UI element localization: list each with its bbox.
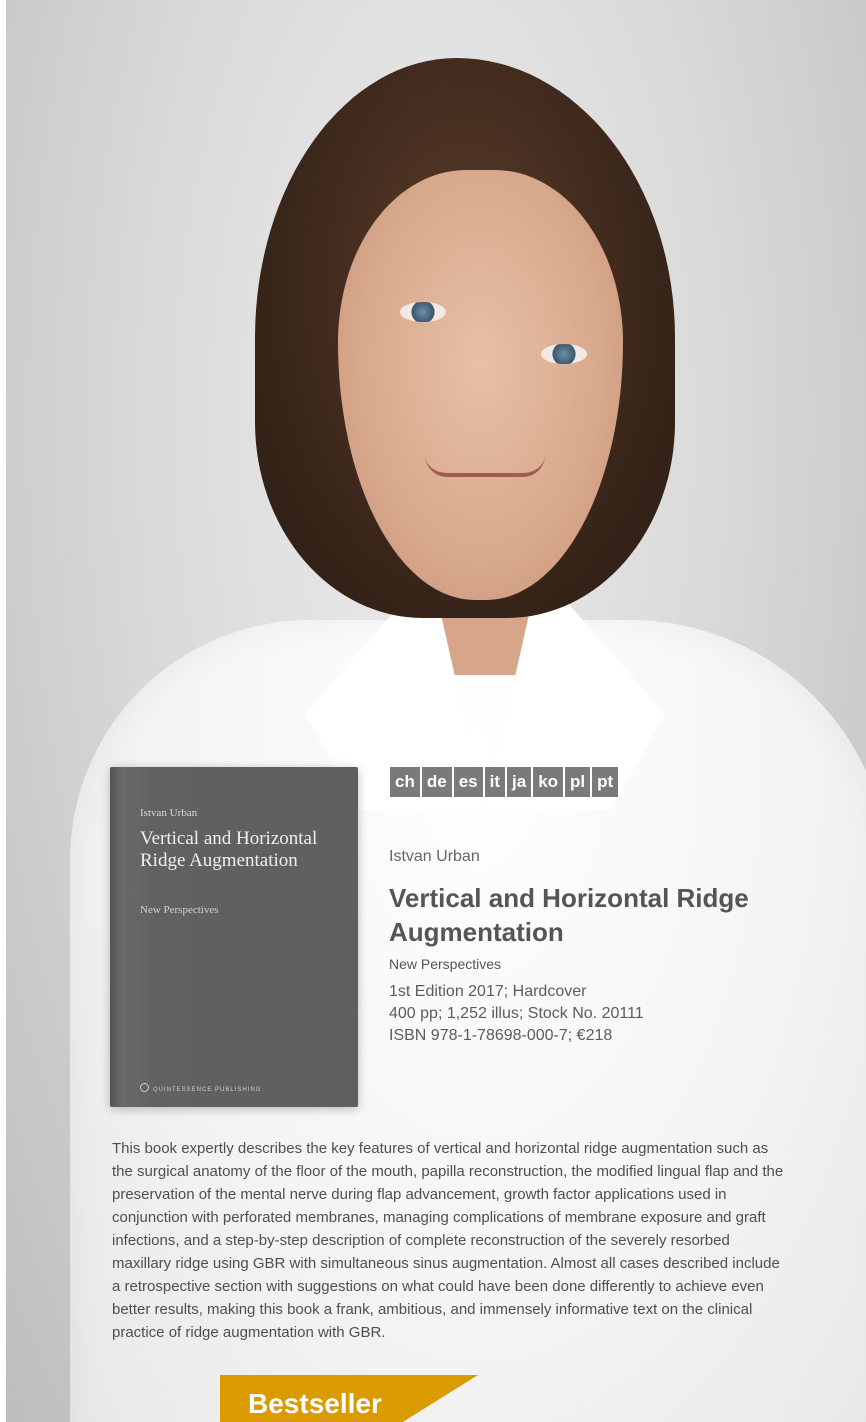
portrait-right-eye xyxy=(541,344,587,364)
cover-publisher: QUINTESSENCE PUBLISHING xyxy=(140,1083,261,1093)
lang-tag-it[interactable]: it xyxy=(484,767,505,797)
isbn-price-line: ISBN 978-1-78698-000-7; €218 xyxy=(389,1027,613,1044)
cover-title: Vertical and Horizontal Ridge Augmentati… xyxy=(140,828,318,871)
lang-tag-pl[interactable]: pl xyxy=(565,767,591,797)
book-subtitle: New Perspectives xyxy=(389,956,502,972)
lang-tag-es[interactable]: es xyxy=(453,767,483,797)
lang-tag-ch[interactable]: ch xyxy=(390,767,420,797)
portrait-mouth xyxy=(425,455,545,477)
cover-subtitle: New Perspectives xyxy=(140,904,219,916)
book-cover[interactable]: Istvan Urban Vertical and Horizontal Rid… xyxy=(110,767,478,1422)
book-title: Vertical and Horizontal Ridge Augmentati… xyxy=(389,883,749,947)
edition-line: 1st Edition 2017; Hardcover xyxy=(389,983,587,1000)
publisher-label: QUINTESSENCE PUBLISHING xyxy=(153,1087,262,1093)
publisher-logo-icon xyxy=(140,1083,149,1092)
hero-banner: Istvan Urban Vertical and Horizontal Rid… xyxy=(0,0,866,1422)
pages-line: 400 pp; 1,252 illus; Stock No. 20111 xyxy=(389,1005,644,1022)
cover-author: Istvan Urban xyxy=(140,807,198,819)
book-description: This book expertly describes the key fea… xyxy=(112,1140,784,1341)
portrait-left-eye xyxy=(400,302,446,322)
book-meta: 1st Edition 2017; Hardcover 400 pp; 1,25… xyxy=(389,981,819,1047)
lang-tag-ja[interactable]: ja xyxy=(507,767,532,797)
language-tags: ch de es it ja ko pl pt xyxy=(390,767,619,797)
lang-tag-ko[interactable]: ko xyxy=(533,767,564,797)
lang-tag-de[interactable]: de xyxy=(421,767,452,797)
lang-tag-pt[interactable]: pt xyxy=(592,767,619,797)
book-details: Istvan Urban Vertical and Horizontal Rid… xyxy=(389,848,819,1047)
book-author: Istvan Urban xyxy=(389,848,480,865)
